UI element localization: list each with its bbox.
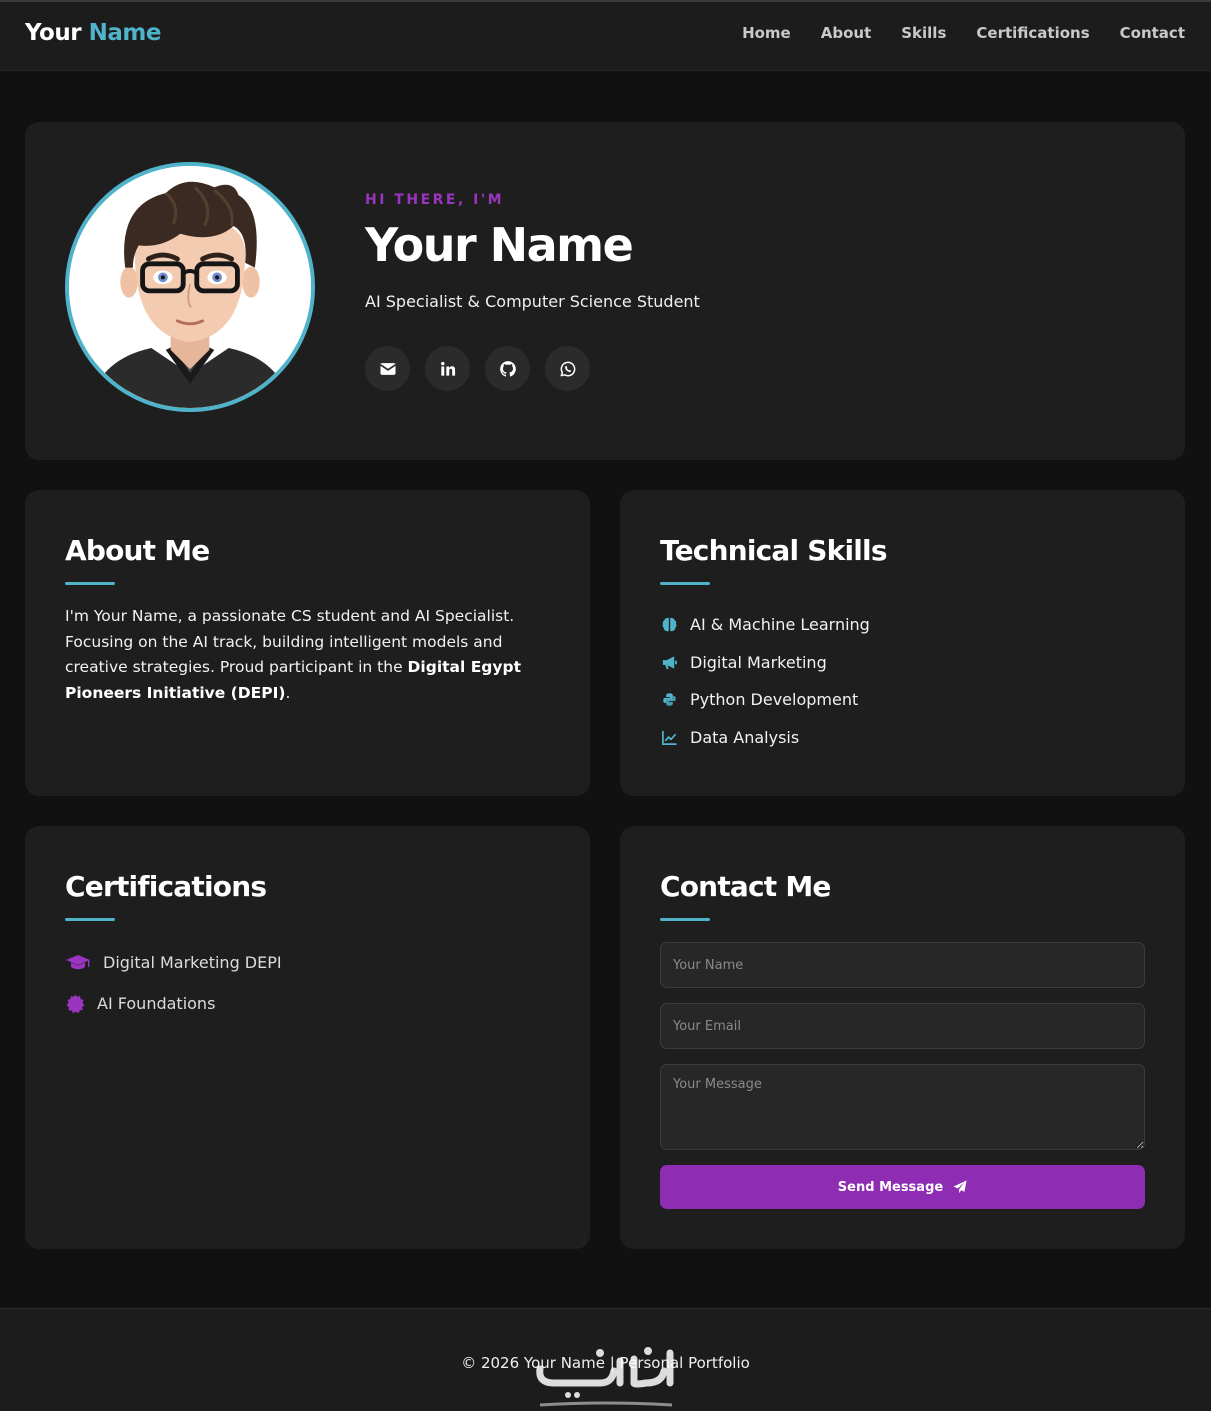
- certifications-list: Digital Marketing DEPI AI Foundations: [65, 942, 282, 1024]
- send-message-button[interactable]: Send Message: [660, 1165, 1145, 1209]
- skills-card: Technical Skills AI & Machine Learning D…: [620, 490, 1185, 796]
- nav-link-skills[interactable]: Skills: [901, 24, 946, 42]
- skills-title-underline: [660, 582, 710, 585]
- whatsapp-link[interactable]: [545, 346, 590, 391]
- email-link[interactable]: [365, 346, 410, 391]
- nav-link-about[interactable]: About: [821, 24, 872, 42]
- nav-link-certifications[interactable]: Certifications: [976, 24, 1089, 42]
- avatar-illustration: [69, 166, 311, 408]
- graduation-cap-icon: [65, 952, 91, 974]
- avatar: [65, 162, 315, 412]
- list-item: Digital Marketing: [660, 644, 870, 682]
- logo-first-word: Your: [25, 20, 82, 46]
- nav-link-home[interactable]: Home: [742, 24, 791, 42]
- site-logo[interactable]: Your Name: [25, 20, 161, 46]
- skill-label: AI & Machine Learning: [690, 615, 870, 635]
- github-link[interactable]: [485, 346, 530, 391]
- skills-title: Technical Skills: [660, 534, 888, 567]
- email-input[interactable]: [660, 1003, 1145, 1049]
- message-textarea[interactable]: [660, 1064, 1145, 1150]
- nav-links: Home About Skills Certifications Contact: [742, 24, 1185, 42]
- certification-label: AI Foundations: [97, 994, 216, 1013]
- hero-greeting: HI THERE, I'M: [365, 192, 505, 208]
- about-text: I'm Your Name, a passionate CS student a…: [65, 604, 545, 706]
- python-icon: [660, 691, 678, 709]
- hero-text: HI THERE, I'M Your Name AI Specialist & …: [365, 192, 700, 311]
- send-message-label: Send Message: [837, 1179, 944, 1195]
- certifications-card: Certifications Digital Marketing DEPI AI…: [25, 826, 590, 1249]
- envelope-icon: [379, 362, 396, 375]
- footer: © 2026 Your Name | Personal Portfolio: [0, 1308, 1211, 1411]
- watermark-logo: [536, 1347, 674, 1407]
- certification-label: Digital Marketing DEPI: [103, 953, 282, 972]
- nav-link-contact[interactable]: Contact: [1120, 24, 1185, 42]
- navbar: Your Name Home About Skills Certificatio…: [0, 2, 1211, 71]
- list-item: AI Foundations: [65, 983, 282, 1024]
- about-title: About Me: [65, 534, 210, 567]
- name-input[interactable]: [660, 942, 1145, 988]
- hero-card: HI THERE, I'M Your Name AI Specialist & …: [25, 122, 1185, 460]
- skill-label: Data Analysis: [690, 727, 800, 747]
- certifications-title: Certifications: [65, 870, 267, 903]
- list-item: Data Analysis: [660, 719, 870, 757]
- brain-icon: [660, 616, 678, 634]
- skills-list: AI & Machine Learning Digital Marketing …: [660, 606, 870, 756]
- contact-card: Contact Me Send Message: [620, 826, 1185, 1249]
- certifications-title-underline: [65, 918, 115, 921]
- about-title-underline: [65, 582, 115, 585]
- whatsapp-icon: [560, 361, 575, 376]
- paper-plane-icon: [953, 1180, 967, 1194]
- linkedin-icon: [440, 361, 455, 376]
- social-links: [365, 346, 590, 391]
- about-card: About Me I'm Your Name, a passionate CS …: [25, 490, 590, 796]
- list-item: Digital Marketing DEPI: [65, 942, 282, 983]
- skill-label: Digital Marketing: [690, 652, 827, 672]
- about-text-end: .: [285, 683, 291, 702]
- hero-subtitle: AI Specialist & Computer Science Student: [365, 291, 700, 311]
- github-icon: [499, 360, 516, 377]
- certificate-badge-icon: [65, 993, 85, 1015]
- linkedin-link[interactable]: [425, 346, 470, 391]
- logo-second-word: Name: [88, 20, 162, 46]
- chart-line-icon: [660, 728, 678, 746]
- skill-label: Python Development: [690, 690, 859, 710]
- bullhorn-icon: [660, 653, 678, 671]
- contact-title-underline: [660, 918, 710, 921]
- hero-name: Your Name: [365, 218, 634, 272]
- contact-title: Contact Me: [660, 870, 831, 903]
- list-item: AI & Machine Learning: [660, 606, 870, 644]
- list-item: Python Development: [660, 681, 870, 719]
